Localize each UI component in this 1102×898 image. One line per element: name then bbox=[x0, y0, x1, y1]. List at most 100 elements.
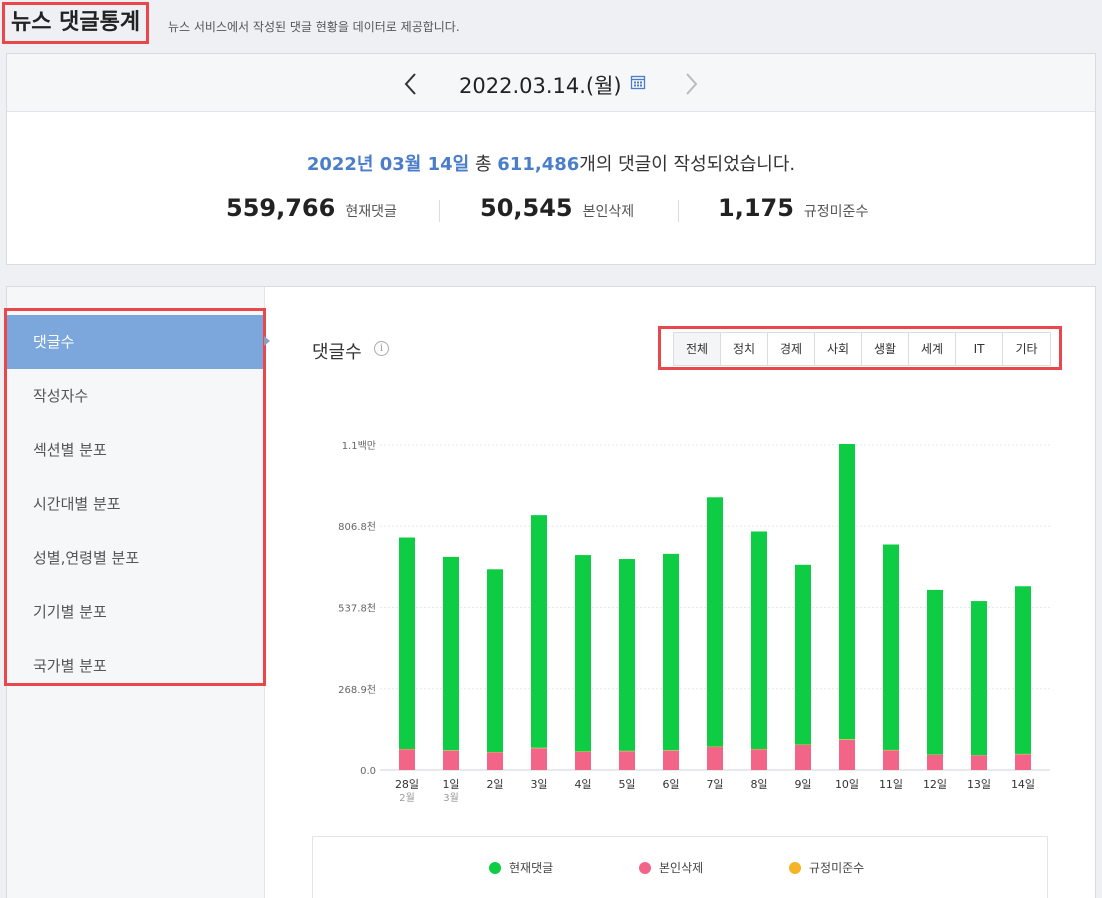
summary-suffix: 개의 댓글이 작성되었습니다. bbox=[579, 154, 796, 175]
stats-row: 559,766 현재댓글 50,545 본인삭제 1,175 규정미준수 bbox=[7, 194, 1095, 228]
date-navigator: 2022.03.14.(월) bbox=[7, 54, 1095, 112]
bar-segment bbox=[795, 564, 811, 745]
tab-society[interactable]: 사회 bbox=[815, 333, 862, 365]
tab-all[interactable]: 전체 bbox=[674, 333, 721, 365]
legend-item-deleted[interactable]: 본인삭제 bbox=[639, 859, 703, 876]
bar-segment bbox=[795, 744, 811, 770]
legend-label: 현재댓글 bbox=[509, 861, 554, 875]
tab-economy[interactable]: 경제 bbox=[768, 333, 815, 365]
bar-segment bbox=[487, 569, 503, 753]
sidebar-item-authors[interactable]: 작성자수 bbox=[7, 369, 263, 423]
bar-segment bbox=[531, 515, 547, 748]
x-tick-label: 1일 bbox=[442, 777, 459, 791]
y-tick-label: 1.1백만 bbox=[342, 440, 376, 452]
current-date: 2022.03.14.(월) bbox=[459, 74, 622, 98]
x-tick-label: 4일 bbox=[574, 777, 591, 791]
page-header: 뉴스 댓글통계 뉴스 서비스에서 작성된 댓글 현황을 데이터로 제공합니다. bbox=[0, 0, 1102, 46]
stat-label: 현재댓글 bbox=[345, 204, 397, 220]
x-tick-label: 28일 bbox=[395, 777, 419, 791]
sidebar-item-gender-age[interactable]: 성별,연령별 분포 bbox=[7, 531, 263, 585]
active-indicator bbox=[264, 336, 270, 346]
bar-segment bbox=[663, 750, 679, 770]
summary-sentence: 2022년 03월 14일 총 611,486개의 댓글이 작성되었습니다. bbox=[7, 150, 1095, 176]
bar-segment bbox=[971, 755, 987, 770]
stat-deleted: 50,545 본인삭제 bbox=[480, 194, 634, 222]
bar-segment bbox=[1015, 754, 1031, 770]
stat-violation: 1,175 규정미준수 bbox=[718, 194, 868, 222]
sidebar-item-section[interactable]: 섹션별 분포 bbox=[7, 423, 263, 477]
legend-label: 규정미준수 bbox=[809, 861, 865, 875]
tab-etc[interactable]: 기타 bbox=[1003, 333, 1050, 365]
bar-segment bbox=[531, 748, 547, 770]
stat-label: 본인삭제 bbox=[582, 204, 635, 220]
chevron-left-icon[interactable] bbox=[399, 70, 423, 98]
sidebar-item-device[interactable]: 기기별 분포 bbox=[7, 585, 263, 639]
calendar-icon[interactable] bbox=[630, 74, 646, 90]
x-tick-label: 5일 bbox=[618, 777, 635, 791]
tab-politics[interactable]: 정치 bbox=[721, 333, 768, 365]
chart-legend: 현재댓글 본인삭제 규정미준수 bbox=[312, 836, 1048, 898]
x-tick-sublabel: 2월 bbox=[399, 792, 415, 804]
tab-it[interactable]: IT bbox=[956, 333, 1003, 365]
bar-segment bbox=[575, 751, 591, 770]
bar-segment bbox=[927, 754, 943, 770]
bar-segment bbox=[839, 739, 855, 770]
summary-panel: 2022.03.14.(월) 2022년 03월 14일 총 611,486개의… bbox=[6, 53, 1096, 265]
chart-title: 댓글수 bbox=[312, 342, 362, 363]
y-tick-label: 268.9천 bbox=[338, 684, 376, 696]
x-tick-sublabel: 3월 bbox=[443, 792, 459, 804]
stat-value: 50,545 bbox=[480, 194, 573, 222]
stat-value: 1,175 bbox=[718, 194, 794, 222]
tab-world[interactable]: 세계 bbox=[909, 333, 956, 365]
page-title: 뉴스 댓글통계 bbox=[2, 2, 150, 44]
bar-segment bbox=[443, 750, 459, 770]
sidebar-item-country[interactable]: 국가별 분포 bbox=[7, 639, 263, 693]
legend-item-current[interactable]: 현재댓글 bbox=[489, 859, 553, 876]
legend-dot bbox=[789, 861, 801, 874]
bar-segment bbox=[399, 537, 415, 750]
stat-label: 규정미준수 bbox=[803, 204, 869, 220]
sidebar-item-comments[interactable]: 댓글수 bbox=[7, 315, 263, 369]
bar-segment bbox=[707, 747, 723, 770]
legend-item-violation[interactable]: 규정미준수 bbox=[789, 859, 864, 876]
bar-segment bbox=[751, 749, 767, 770]
bar-segment bbox=[663, 553, 679, 751]
info-icon[interactable]: i bbox=[374, 341, 389, 356]
bar-segment bbox=[707, 746, 723, 748]
category-tabs: 전체 정치 경제 사회 생활 세계 IT 기타 bbox=[673, 332, 1051, 366]
x-tick-label: 8일 bbox=[750, 777, 767, 791]
y-tick-label: 806.8천 bbox=[338, 521, 376, 533]
stat-value: 559,766 bbox=[226, 194, 336, 222]
bar-segment bbox=[971, 601, 987, 756]
x-tick-label: 9일 bbox=[794, 777, 811, 791]
chevron-right-icon[interactable] bbox=[679, 70, 703, 98]
sidebar-item-time[interactable]: 시간대별 분포 bbox=[7, 477, 263, 531]
bar-segment bbox=[443, 556, 459, 751]
x-tick-label: 13일 bbox=[967, 777, 991, 791]
summary-date: 2022년 03월 14일 bbox=[306, 154, 470, 175]
x-tick-label: 2일 bbox=[486, 777, 503, 791]
y-tick-label: 0.0 bbox=[360, 766, 376, 777]
bar-segment bbox=[839, 444, 855, 740]
stat-current: 559,766 현재댓글 bbox=[226, 194, 397, 222]
x-tick-label: 10일 bbox=[835, 777, 859, 791]
tab-life[interactable]: 생활 bbox=[862, 333, 909, 365]
bar-segment bbox=[575, 555, 591, 752]
legend-dot bbox=[489, 861, 501, 874]
bar-segment bbox=[839, 739, 855, 740]
bar-segment bbox=[883, 544, 899, 750]
summary-total-prefix: 총 bbox=[474, 154, 492, 175]
legend-label: 본인삭제 bbox=[659, 861, 704, 875]
stat-divider bbox=[439, 200, 440, 222]
x-tick-label: 7일 bbox=[706, 777, 723, 791]
bar-segment bbox=[619, 559, 635, 751]
bar-segment bbox=[927, 589, 943, 755]
comments-bar-chart: 0.0 268.9천 537.8천 806.8천 1.1백만 28일2월 1일3월 2일 3일 4… bbox=[338, 440, 1050, 804]
x-tick-label: 6일 bbox=[662, 777, 679, 791]
y-tick-label: 537.8천 bbox=[338, 603, 376, 615]
summary-total-count: 611,486 bbox=[497, 154, 580, 175]
bar-segment bbox=[883, 750, 899, 770]
bar-segment bbox=[487, 752, 503, 770]
bar-segment bbox=[1015, 586, 1031, 754]
x-tick-label: 3일 bbox=[530, 777, 547, 791]
